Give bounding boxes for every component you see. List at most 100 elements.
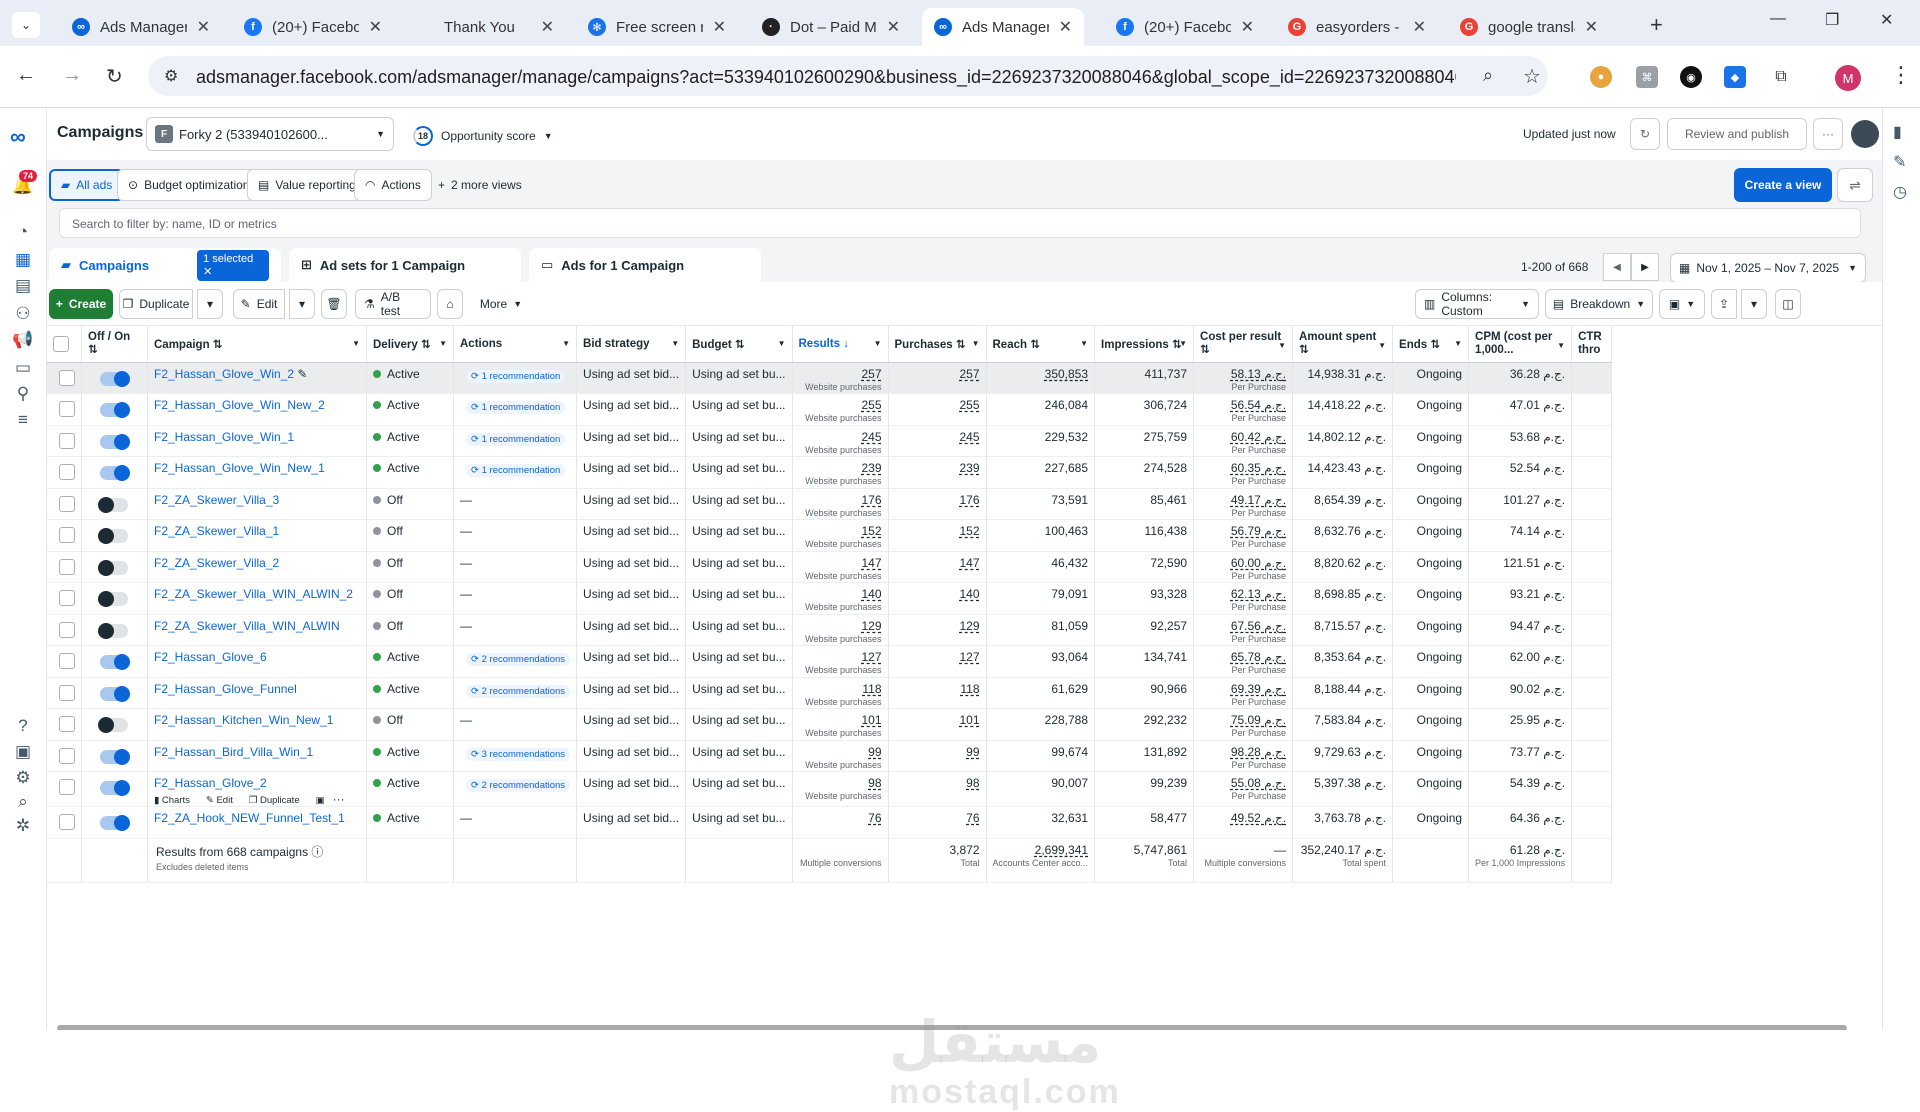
search-icon[interactable]: ⌕ — [12, 792, 34, 814]
campaign-name-cell[interactable]: F2_Hassan_Glove_2 ▮ Charts ✎ Edit ❐ Duplica… — [147, 771, 367, 807]
row-pin-icon[interactable]: ▣ — [316, 795, 325, 806]
back-button[interactable]: ← — [16, 64, 36, 87]
row-toggle-cell[interactable] — [81, 393, 148, 426]
cpr-cell[interactable]: 55.08 ج.م. Per Purchase — [1193, 771, 1294, 807]
ab-test-button[interactable]: ⚗ A/B test — [355, 289, 431, 319]
edit-dropdown[interactable]: ▾ — [289, 289, 315, 319]
extension-icon-2[interactable]: ⌘ — [1636, 66, 1658, 88]
results-cell[interactable]: 118 Website purchases — [792, 677, 889, 709]
close-tab-icon[interactable]: ✕ — [1585, 17, 1598, 37]
billing-icon[interactable]: ▭ — [12, 358, 34, 380]
row-toggle-cell[interactable] — [81, 708, 148, 741]
cpr-value[interactable]: 98.28 ج.م. — [1200, 745, 1286, 759]
tab-adsets[interactable]: ⊞ Ad sets for 1 Campaign — [289, 248, 521, 282]
campaign-name-link[interactable]: F2_ZA_Skewer_Villa_3 — [154, 493, 279, 507]
row-toggle-cell[interactable] — [81, 519, 148, 552]
campaign-name-cell[interactable]: F2_ZA_Skewer_Villa_1 — [147, 519, 367, 552]
row-select-cell[interactable] — [47, 740, 82, 772]
edit-button[interactable]: ✎ Edit — [233, 289, 285, 319]
purchases-cell[interactable]: 140 — [888, 582, 987, 615]
campaign-toggle[interactable] — [100, 748, 130, 765]
results-cell[interactable]: 255 Website purchases — [792, 393, 889, 426]
campaign-name-cell[interactable]: F2_Hassan_Glove_Win_New_1 — [147, 456, 367, 489]
table-row[interactable]: F2_ZA_Hook_NEW_Funnel_Test_1 Active — Using… — [47, 806, 1613, 839]
results-cell[interactable]: 176 Website purchases — [792, 488, 889, 520]
campaign-name-link[interactable]: F2_ZA_Skewer_Villa_WIN_ALWIN — [154, 619, 340, 633]
purchases-cell[interactable]: 147 — [888, 551, 987, 583]
purchases-value[interactable]: 140 — [895, 587, 979, 601]
cpr-cell[interactable]: 65.78 ج.م. Per Purchase — [1193, 645, 1294, 678]
campaign-name-link[interactable]: F2_ZA_Skewer_Villa_WIN_ALWIN_2 — [154, 587, 353, 601]
purchases-value[interactable]: 239 — [895, 461, 979, 475]
reports-button[interactable]: ▣ ▼ — [1659, 289, 1705, 319]
forward-button[interactable]: → — [62, 64, 82, 87]
campaign-toggle[interactable] — [100, 685, 130, 702]
results-cell[interactable]: 257 Website purchases — [792, 362, 889, 394]
row-select-cell[interactable] — [47, 708, 82, 741]
results-cell[interactable]: 152 Website purchases — [792, 519, 889, 552]
settings-icon[interactable]: ⚙ — [12, 768, 34, 790]
header-purchases[interactable]: Purchases ⇅ ▼ — [888, 326, 987, 363]
row-select-cell[interactable] — [47, 806, 82, 839]
campaign-toggle[interactable] — [98, 591, 128, 607]
cpr-cell[interactable]: 67.56 ج.م. Per Purchase — [1193, 614, 1294, 646]
purchases-value[interactable]: 245 — [895, 430, 979, 444]
campaign-name-link[interactable]: F2_Hassan_Glove_2 — [154, 776, 267, 790]
results-value[interactable]: 98 — [799, 776, 881, 790]
audiences-icon[interactable]: ⚇ — [12, 304, 34, 326]
campaign-toggle[interactable] — [100, 370, 130, 387]
campaign-name-cell[interactable]: F2_Hassan_Kitchen_Win_New_1 — [147, 708, 367, 741]
duplicate-dropdown[interactable]: ▾ — [197, 289, 223, 319]
row-select-cell[interactable] — [47, 645, 82, 678]
recommendation-badge[interactable]: ⟳ 3 recommendations — [466, 747, 571, 761]
tab-ads[interactable]: ▭ Ads for 1 Campaign — [529, 248, 761, 282]
campaign-name-link[interactable]: F2_Hassan_Glove_Funnel — [154, 682, 297, 696]
megaphone-icon[interactable]: 📢 — [12, 330, 34, 352]
close-tab-icon[interactable]: ✕ — [1059, 17, 1072, 37]
campaign-toggle[interactable] — [100, 402, 130, 418]
results-value[interactable]: 140 — [799, 587, 881, 601]
table-row[interactable]: F2_ZA_Skewer_Villa_2 Off — Using ad set bid… — [47, 551, 1613, 583]
results-cell[interactable]: 129 Website purchases — [792, 614, 889, 646]
row-toggle-cell[interactable] — [81, 614, 148, 646]
campaign-toggle[interactable] — [98, 559, 128, 576]
table-row[interactable]: F2_Hassan_Glove_Funnel Active ⟳ 2 recommen… — [47, 677, 1613, 709]
row-checkbox[interactable] — [59, 464, 75, 480]
date-range-picker[interactable]: ▦ Nov 1, 2025 – Nov 7, 2025 ▼ — [1670, 253, 1866, 283]
horizontal-scrollbar[interactable] — [47, 1024, 1882, 1030]
close-icon[interactable]: ✕ — [203, 266, 212, 278]
row-toggle-cell[interactable] — [81, 645, 148, 678]
table-row[interactable]: F2_Hassan_Glove_6 Active ⟳ 2 recommendatio… — [47, 645, 1613, 678]
cpr-value[interactable]: 65.78 ج.م. — [1200, 650, 1286, 664]
campaign-name-cell[interactable]: F2_ZA_Skewer_Villa_2 — [147, 551, 367, 583]
browser-tab[interactable]: Ggoogle translate ✕ — [1448, 8, 1610, 46]
more-options-button[interactable]: ··· — [1813, 118, 1843, 150]
row-checkbox[interactable] — [59, 495, 75, 512]
header-delivery[interactable]: Delivery ⇅ ▼ — [366, 326, 454, 363]
reload-button[interactable]: ↻ — [106, 64, 123, 89]
results-value[interactable]: 127 — [799, 650, 881, 664]
campaign-name-link[interactable]: F2_ZA_Hook_NEW_Funnel_Test_1 — [154, 811, 345, 825]
campaign-name-link[interactable]: F2_ZA_Skewer_Villa_1 — [154, 524, 279, 538]
view-value-reporting[interactable]: ▤ Value reporting — [247, 169, 367, 201]
table-row[interactable]: F2_Hassan_Glove_2 ▮ Charts ✎ Edit ❐ Duplica… — [47, 771, 1613, 807]
results-value[interactable]: 147 — [799, 556, 881, 570]
maximize-icon[interactable]: ❐ — [1825, 10, 1839, 30]
cpr-cell[interactable]: 58.13 ج.م. Per Purchase — [1193, 362, 1294, 394]
results-cell[interactable]: 99 Website purchases — [792, 740, 889, 772]
recommendation-badge[interactable]: ⟳ 1 recommendation — [466, 369, 566, 383]
row-checkbox[interactable] — [59, 369, 75, 386]
scrollbar-thumb[interactable] — [57, 1025, 1847, 1030]
info-icon[interactable]: ⓘ — [311, 845, 323, 859]
row-checkbox[interactable] — [59, 558, 75, 575]
row-select-cell[interactable] — [47, 519, 82, 552]
browser-tab[interactable]: ∞ Ads Manager ✕ — [922, 8, 1084, 46]
recommendation-badge[interactable]: ⟳ 1 recommendation — [466, 432, 566, 446]
dashboard-icon[interactable]: ◔ — [12, 222, 34, 244]
prev-page-button[interactable]: ◀ — [1603, 253, 1631, 281]
results-value[interactable]: 129 — [799, 619, 881, 633]
row-toggle-cell[interactable] — [81, 771, 148, 807]
close-tab-icon[interactable]: ✕ — [369, 17, 382, 37]
header-ctr[interactable]: CTR thro — [1571, 326, 1613, 363]
campaign-toggle[interactable] — [100, 433, 130, 450]
